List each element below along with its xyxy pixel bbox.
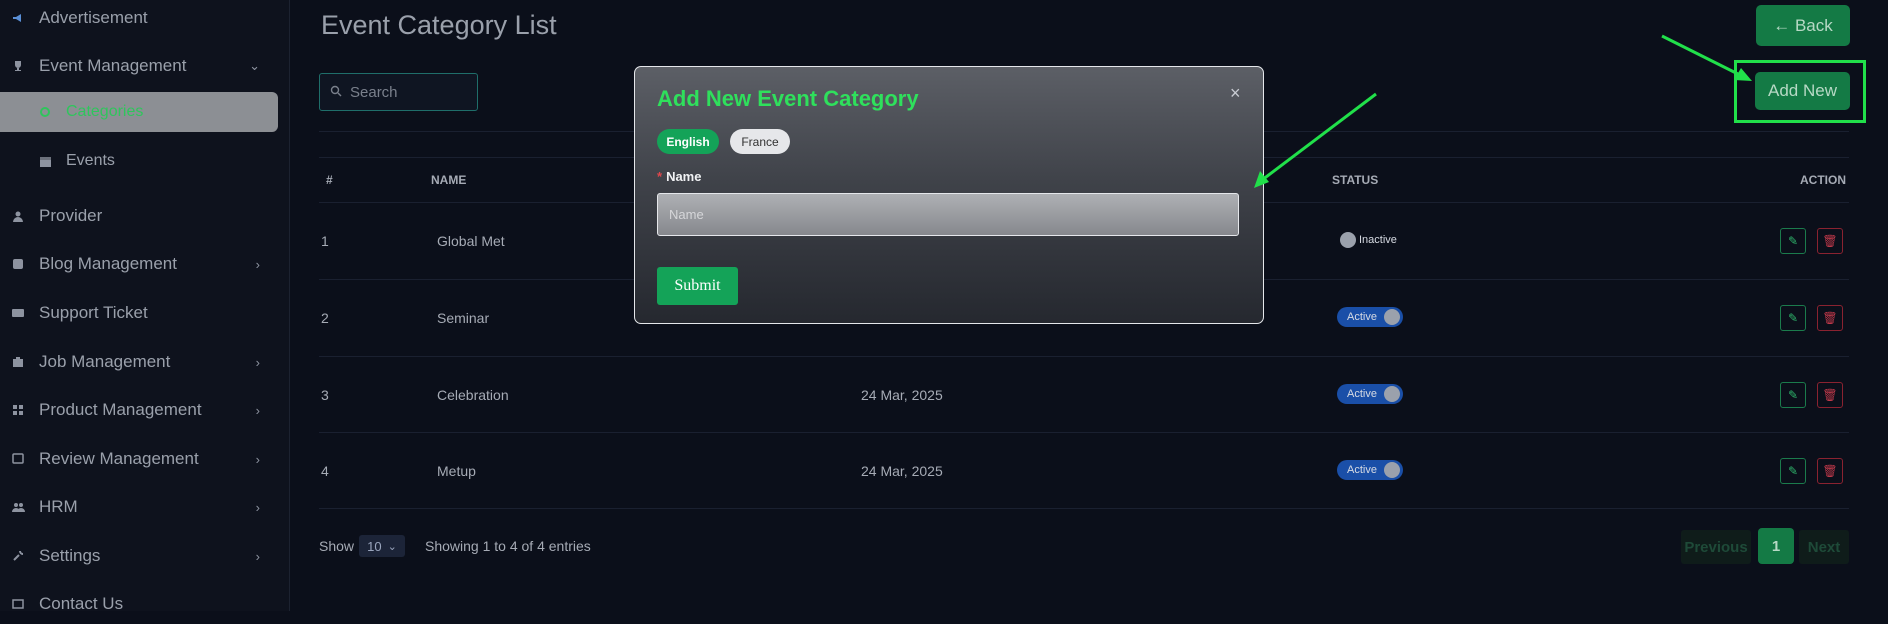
annotation-arrows <box>1254 34 1752 188</box>
annotation-arrow-modal <box>1254 92 1377 188</box>
annotation-arrow-top <box>1661 34 1752 81</box>
